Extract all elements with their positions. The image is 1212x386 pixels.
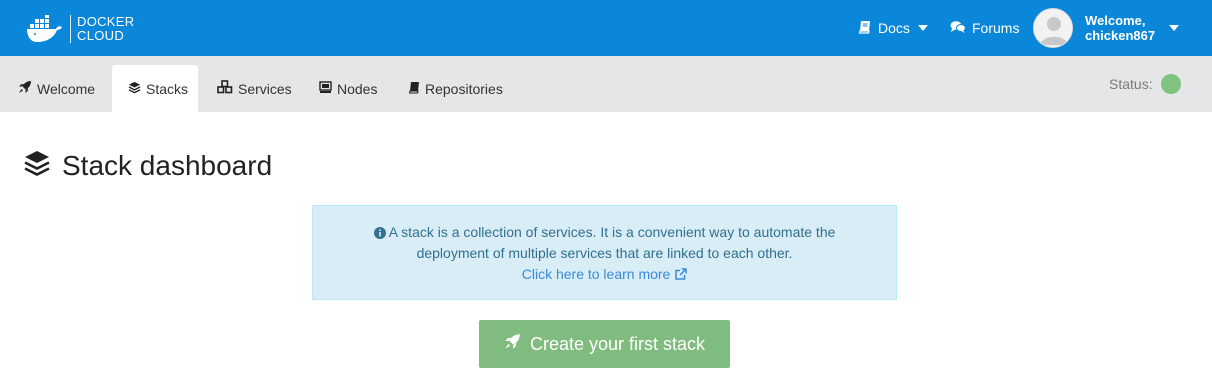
docs-label: Docs bbox=[878, 20, 910, 36]
tab-nodes[interactable]: Nodes bbox=[319, 65, 377, 112]
docker-cloud-logo[interactable]: DOCKER CLOUD bbox=[26, 13, 134, 45]
docs-menu[interactable]: Docs bbox=[858, 0, 928, 56]
rocket-icon bbox=[504, 333, 530, 355]
username: chicken867 bbox=[1085, 28, 1156, 43]
tab-repositories[interactable]: Repositories bbox=[408, 65, 503, 112]
logo-line-2: CLOUD bbox=[77, 28, 125, 43]
forums-label: Forums bbox=[972, 20, 1020, 36]
avatar bbox=[1033, 8, 1073, 48]
tab-label: Nodes bbox=[337, 80, 378, 97]
logo-text: DOCKER CLOUD bbox=[77, 15, 134, 43]
book-icon bbox=[858, 20, 878, 37]
create-first-stack-button[interactable]: Create your first stack bbox=[479, 320, 730, 368]
comments-icon bbox=[950, 20, 972, 37]
info-line-1: A stack is a collection of services. It … bbox=[313, 222, 896, 243]
docker-whale-icon bbox=[26, 15, 64, 43]
chevron-down-icon bbox=[917, 25, 928, 31]
info-alert: A stack is a collection of services. It … bbox=[312, 205, 897, 300]
logo-divider bbox=[70, 15, 71, 43]
welcome-text: Welcome, chicken867 bbox=[1085, 13, 1155, 43]
top-navbar: DOCKER CLOUD Docs Forums Welcome, chicke… bbox=[0, 0, 1212, 56]
user-menu[interactable]: Welcome, chicken867 bbox=[1033, 7, 1180, 49]
tab-label: Services bbox=[238, 80, 292, 97]
tab-bar: Welcome Stacks Services Nodes Repositori… bbox=[0, 56, 1212, 112]
create-button-label: Create your first stack bbox=[529, 333, 706, 354]
learn-more-label: Click here to learn more bbox=[521, 266, 671, 282]
learn-more-link[interactable]: Click here to learn more bbox=[522, 266, 688, 282]
info-text-2: deployment of multiple services that are… bbox=[416, 245, 793, 261]
info-text-1: A stack is a collection of services. It … bbox=[388, 224, 836, 240]
logo-line-1: DOCKER bbox=[77, 14, 135, 29]
tab-services[interactable]: Services bbox=[217, 65, 292, 112]
tab-label: Stacks bbox=[146, 80, 189, 97]
welcome-greeting: Welcome, bbox=[1085, 13, 1146, 28]
status-label: Status: bbox=[1109, 76, 1153, 92]
info-circle-icon bbox=[373, 224, 389, 240]
status-indicator: Status: bbox=[1109, 56, 1181, 112]
forums-link[interactable]: Forums bbox=[950, 0, 1019, 56]
external-link-icon bbox=[674, 266, 687, 282]
tab-stacks[interactable]: Stacks bbox=[112, 65, 198, 112]
rocket-icon bbox=[18, 80, 37, 97]
server-icon bbox=[319, 80, 337, 97]
chevron-down-icon bbox=[1169, 25, 1180, 31]
layers-icon bbox=[24, 150, 50, 183]
info-line-3: Click here to learn more bbox=[313, 264, 896, 285]
tab-welcome[interactable]: Welcome bbox=[18, 65, 95, 112]
book-icon bbox=[408, 81, 425, 97]
tab-label: Repositories bbox=[425, 80, 503, 97]
tab-label: Welcome bbox=[37, 80, 96, 97]
page-header: Stack dashboard bbox=[24, 146, 272, 186]
page-title: Stack dashboard bbox=[62, 150, 273, 181]
cubes-icon bbox=[217, 80, 238, 97]
layers-icon bbox=[128, 81, 146, 97]
status-dot bbox=[1160, 74, 1181, 94]
